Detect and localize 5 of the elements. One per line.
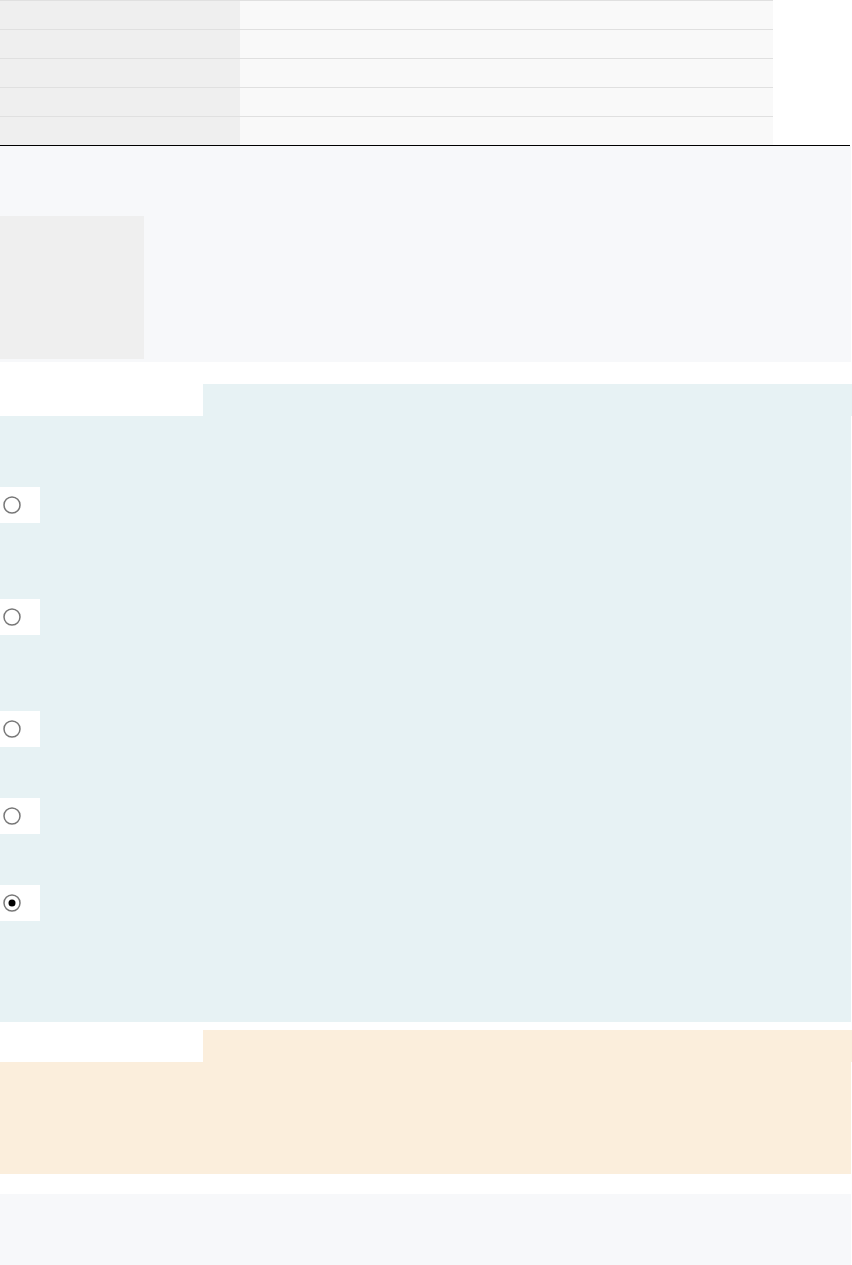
radio-button[interactable]: [2, 893, 22, 913]
radio-button[interactable]: [2, 806, 22, 826]
radio-button[interactable]: [2, 607, 22, 627]
radio-button[interactable]: [2, 719, 22, 739]
radio-button[interactable]: [2, 495, 22, 515]
